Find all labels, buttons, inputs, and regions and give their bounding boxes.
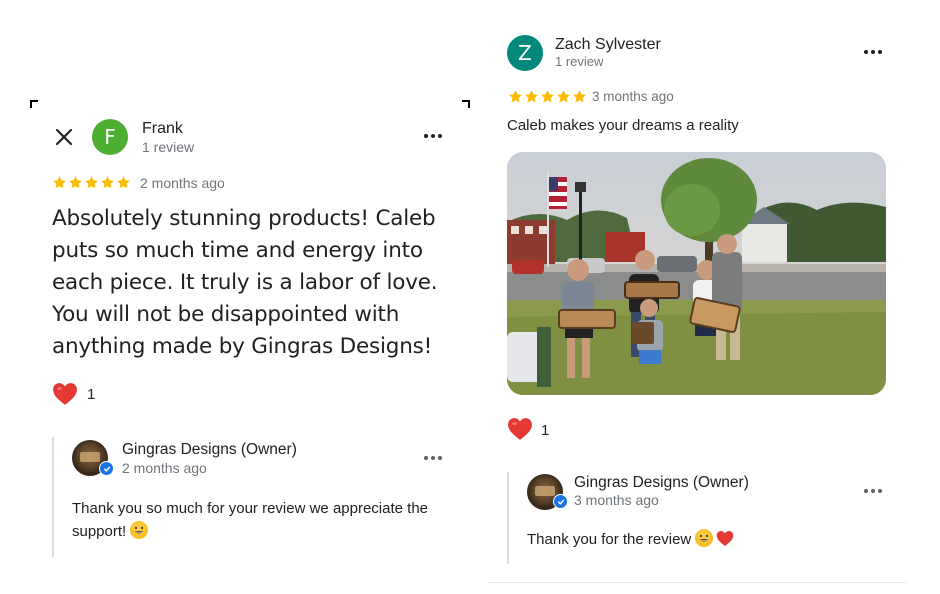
heart-reaction-button[interactable] (507, 417, 533, 441)
star-icon (69, 176, 82, 189)
reaction-count: 1 (87, 386, 96, 403)
owner-reply-text: Thank you for the review (527, 528, 887, 554)
star-icon (573, 90, 586, 103)
star-icon (525, 90, 538, 103)
reviewer-avatar[interactable]: Z (507, 35, 543, 71)
owner-name[interactable]: Gingras Designs (Owner) (574, 474, 749, 492)
avatar-initial: Z (518, 41, 532, 65)
owner-reply-border (507, 472, 509, 564)
heart-reaction-button[interactable] (52, 382, 78, 406)
owner-reply-text-content: Thank you so much for your review we app… (72, 500, 429, 540)
more-options-button[interactable] (424, 134, 442, 138)
owner-more-options-button[interactable] (864, 489, 882, 493)
review-photo[interactable] (507, 152, 886, 395)
star-icon (117, 176, 130, 189)
star-icon (101, 176, 114, 189)
owner-reply-date: 2 months ago (122, 460, 207, 476)
verified-check-icon (553, 494, 568, 509)
star-rating (52, 175, 131, 190)
reviewer-name[interactable]: Zach Sylvester (555, 36, 661, 54)
more-horizontal-icon (864, 489, 868, 493)
crop-corner-top-right (462, 100, 470, 108)
review-text: Caleb makes your dreams a reality (507, 117, 739, 134)
owner-reply-date: 3 months ago (574, 492, 659, 508)
star-icon (541, 90, 554, 103)
star-icon (53, 176, 66, 189)
crop-corner-top-left (30, 100, 38, 108)
reaction-count: 1 (541, 422, 550, 439)
star-icon (85, 176, 98, 189)
section-divider (487, 582, 907, 583)
reviewer-review-count: 1 review (555, 54, 604, 69)
reviewer-avatar[interactable]: F (92, 119, 128, 155)
review-date: 3 months ago (592, 89, 674, 104)
more-horizontal-icon (424, 134, 428, 138)
grinning-face-emoji (695, 529, 714, 547)
more-horizontal-icon (424, 456, 428, 460)
owner-reply-text-content: Thank you for the review (527, 531, 692, 548)
star-icon (557, 90, 570, 103)
red-heart-emoji (716, 530, 734, 554)
review-photo-image (507, 152, 886, 395)
star-rating (508, 89, 587, 104)
reviewer-review-count: 1 review (142, 139, 195, 155)
star-icon (509, 90, 522, 103)
review-date: 2 months ago (140, 175, 225, 191)
close-button[interactable] (54, 127, 74, 147)
avatar-initial: F (104, 125, 116, 149)
owner-more-options-button[interactable] (424, 456, 442, 460)
verified-check-icon (99, 461, 114, 476)
owner-reply-border (52, 437, 54, 557)
heart-icon (508, 418, 532, 440)
heart-icon (53, 383, 77, 405)
reviewer-name[interactable]: Frank (142, 120, 183, 138)
owner-name[interactable]: Gingras Designs (Owner) (122, 441, 297, 459)
owner-reply-text: Thank you so much for your review we app… (72, 497, 452, 543)
more-options-button[interactable] (864, 50, 882, 54)
close-icon (55, 128, 73, 146)
grinning-face-emoji (130, 521, 149, 539)
more-horizontal-icon (864, 50, 868, 54)
review-text: Absolutely stunning products! Caleb puts… (52, 206, 438, 359)
